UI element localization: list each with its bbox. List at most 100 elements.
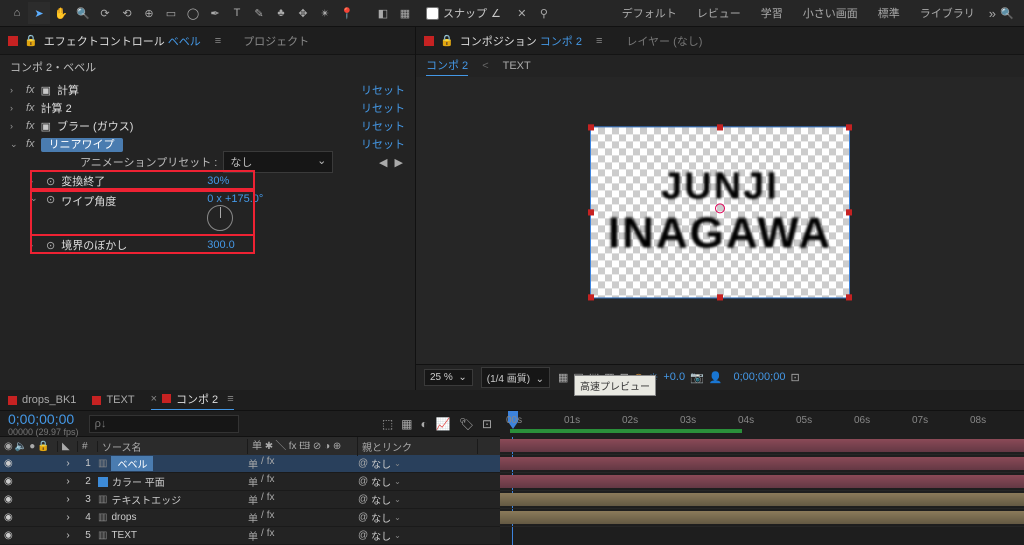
effect-controls-tab[interactable]: エフェクトコントロール ベベル [44,33,201,49]
twirl-icon[interactable]: ⌄ [10,139,20,150]
fx-icon[interactable]: fx [267,492,275,507]
twirl-icon[interactable]: › [66,494,69,505]
parent-value[interactable]: なし [371,492,391,507]
home-icon[interactable]: ⌂ [6,2,28,24]
motion-blur-icon[interactable]: ◐ [421,417,428,431]
workspace-more-icon[interactable]: » [989,6,996,21]
tool-search-icon[interactable]: ⚲ [533,2,555,24]
reset-link[interactable]: リセット [361,82,405,98]
orbit-tool-icon[interactable]: ⟳ [94,2,116,24]
fx-checkbox-icon[interactable]: ▣ [41,120,51,133]
audio-col-icon[interactable]: 🔈 [15,441,27,452]
twirl-icon[interactable]: › [10,103,20,113]
roto-tool-icon[interactable]: ✴ [314,2,336,24]
resize-handle[interactable] [588,124,594,130]
prop-value[interactable]: 0 x +175.0° [207,193,263,205]
effect-row[interactable]: ›fx▣計算リセット [0,81,415,99]
layer-bar[interactable] [500,457,1024,470]
label-col-icon[interactable]: ◣ [58,441,78,452]
resize-handle[interactable] [846,294,852,300]
preset-nav[interactable]: ◀ ▶ [379,156,405,169]
zoom-select[interactable]: 25 % ⌄ [424,369,473,386]
fx-icon[interactable]: fx [267,474,275,489]
timeline-tab[interactable]: drops_BK1 [8,394,76,406]
chevron-down-icon[interactable]: ⌄ [394,531,401,540]
ellipse-tool-icon[interactable]: ◯ [182,2,204,24]
layer-bar[interactable] [500,511,1024,524]
shy-icon[interactable]: ⬚ [382,417,393,431]
twirl-icon[interactable]: › [30,176,40,186]
layer-bounding-box[interactable]: JUNJI INAGAWA [590,126,850,298]
shy-icon[interactable]: 单 [248,492,258,507]
eye-icon[interactable]: ◉ [4,512,13,523]
snap-checkbox[interactable] [426,7,439,20]
fx-icon[interactable]: fx [267,510,275,525]
shy-icon[interactable]: 单 [248,510,258,525]
composition-tab[interactable]: コンポジション コンポ 2 [460,33,582,49]
panel-menu-icon[interactable]: ≡ [215,35,221,47]
time-ruler[interactable]: 00s 01s 02s 03s 04s 05s 06s 07s 08s [500,411,1024,436]
resize-handle[interactable] [588,294,594,300]
stopwatch-icon[interactable]: ⊙ [46,175,55,188]
current-timecode[interactable]: 0;00;00;00 [8,411,79,427]
zoom-tool-icon[interactable]: 🔍 [72,2,94,24]
effect-row[interactable]: ›fx計算 2リセット [0,99,415,117]
reset-link[interactable]: リセット [361,118,405,134]
exposure-value[interactable]: +0.0 [663,371,685,384]
twirl-icon[interactable]: › [66,476,69,487]
workspace-library[interactable]: ライブラリ [920,5,975,21]
pickwhip-icon[interactable]: @ [358,530,368,541]
workspace-default[interactable]: デフォルト [622,5,677,21]
parent-value[interactable]: なし [371,510,391,525]
twirl-icon[interactable]: › [66,530,69,541]
timecode-menu-icon[interactable]: ⊡ [790,371,799,384]
timeline-search-input[interactable] [89,415,239,433]
resize-handle[interactable] [717,294,723,300]
lock-icon[interactable]: 🔒 [440,34,454,47]
crumb-active[interactable]: コンポ 2 [426,57,468,76]
solo-col-icon[interactable]: ● [29,441,35,452]
layer-row[interactable]: ◉›5▥TEXT单/fx@なし⌄ [0,527,500,545]
track-row[interactable] [500,491,1024,509]
prop-value[interactable]: 300.0 [207,239,235,251]
layer-row[interactable]: ◉›2カラー 平面单/fx@なし⌄ [0,473,500,491]
resize-handle[interactable] [717,124,723,130]
workspace-review[interactable]: レビュー [697,5,741,21]
hand-tool-icon[interactable]: ✋ [50,2,72,24]
show-snapshot-icon[interactable]: 👤 [709,371,723,384]
eye-icon[interactable]: ◉ [4,530,13,541]
layer-bar[interactable] [500,493,1024,506]
grid-icon[interactable]: ▦ [394,2,416,24]
stopwatch-icon[interactable]: ⊙ [46,239,55,252]
anchor-tool-icon[interactable]: ⊕ [138,2,160,24]
snapshot-icon[interactable]: 📷 [690,371,704,384]
parent-value[interactable]: なし [371,474,391,489]
pen-tool-icon[interactable]: ✒ [204,2,226,24]
pickwhip-icon[interactable]: @ [358,476,368,487]
resolution-select[interactable]: (1/4 画質) ⌄ [481,367,550,388]
tab-menu-icon[interactable]: ≡ [227,393,233,405]
draft-3d-icon[interactable]: 🏷 [459,417,474,431]
resize-handle[interactable] [846,124,852,130]
reset-link[interactable]: リセット [361,136,405,152]
prop-row-transition[interactable]: › ⊙ 変換終了 30% [0,171,415,191]
chevron-down-icon[interactable]: ⌄ [394,495,401,504]
layer-tab-dim[interactable]: レイヤー (なし) [626,33,702,49]
frame-blend-icon[interactable]: ▦ [401,417,412,431]
prop-row-wipe-angle[interactable]: ⌄ ⊙ ワイプ角度 0 x +175.0° [0,191,415,231]
project-tab[interactable]: プロジェクト [243,33,309,49]
workspace-learn[interactable]: 学習 [761,5,783,21]
resize-handle[interactable] [588,209,594,215]
eraser-tool-icon[interactable]: ✥ [292,2,314,24]
pickwhip-icon[interactable]: @ [358,458,368,469]
lock-col-icon[interactable]: 🔒 [37,441,49,452]
workspace-standard[interactable]: 標準 [878,5,900,21]
timeline-tab[interactable]: TEXT [92,394,134,406]
panel-menu-icon[interactable]: ≡ [596,35,602,47]
shy-icon[interactable]: 单 [248,456,258,471]
eye-col-icon[interactable]: ◉ [4,441,13,452]
shy-icon[interactable]: 单 [248,474,258,489]
lock-icon[interactable]: 🔒 [24,34,38,47]
twirl-icon[interactable]: › [66,512,69,523]
anchor-point-icon[interactable] [715,203,725,213]
